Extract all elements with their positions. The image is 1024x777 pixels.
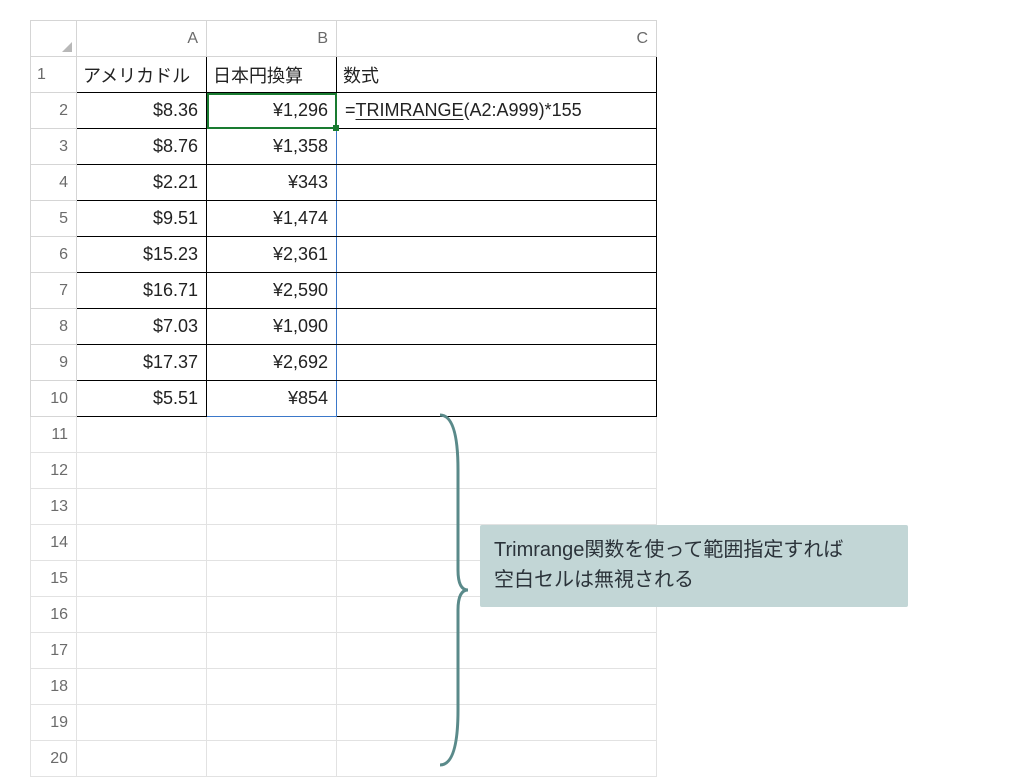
row-header-18[interactable]: 18: [31, 669, 77, 705]
cell-A1[interactable]: アメリカドル: [77, 57, 207, 93]
cell-C13[interactable]: [337, 489, 657, 525]
row-header-10[interactable]: 10: [31, 381, 77, 417]
cell-C6[interactable]: [337, 237, 657, 273]
row-header-8[interactable]: 8: [31, 309, 77, 345]
cell-A14[interactable]: [77, 525, 207, 561]
spreadsheet-grid[interactable]: A B C 1 アメリカドル 日本円換算 数式 2 $8.36 ¥1,296 =…: [30, 20, 657, 777]
cell-B14[interactable]: [207, 525, 337, 561]
cell-A3[interactable]: $8.76: [77, 129, 207, 165]
cell-B20[interactable]: [207, 741, 337, 777]
cell-A15[interactable]: [77, 561, 207, 597]
cell-B13[interactable]: [207, 489, 337, 525]
cell-B15[interactable]: [207, 561, 337, 597]
row-header-15[interactable]: 15: [31, 561, 77, 597]
cell-A8[interactable]: $7.03: [77, 309, 207, 345]
cell-C17[interactable]: [337, 633, 657, 669]
cell-C8[interactable]: [337, 309, 657, 345]
cell-A20[interactable]: [77, 741, 207, 777]
row-header-12[interactable]: 12: [31, 453, 77, 489]
cell-C3[interactable]: [337, 129, 657, 165]
cell-B5[interactable]: ¥1,474: [207, 201, 337, 237]
cell-B10[interactable]: ¥854: [207, 381, 337, 417]
cell-B4[interactable]: ¥343: [207, 165, 337, 201]
row-header-7[interactable]: 7: [31, 273, 77, 309]
select-all-cell[interactable]: [31, 21, 77, 57]
row-header-6[interactable]: 6: [31, 237, 77, 273]
cell-C9[interactable]: [337, 345, 657, 381]
cell-C2[interactable]: =TRIMRANGE(A2:A999)*155: [337, 93, 657, 129]
cell-A6[interactable]: $15.23: [77, 237, 207, 273]
cell-C12[interactable]: [337, 453, 657, 489]
cell-B17[interactable]: [207, 633, 337, 669]
cell-B8[interactable]: ¥1,090: [207, 309, 337, 345]
row-header-16[interactable]: 16: [31, 597, 77, 633]
cell-C5[interactable]: [337, 201, 657, 237]
row-header-14[interactable]: 14: [31, 525, 77, 561]
formula-function-name: TRIMRANGE: [356, 100, 464, 120]
cell-B6[interactable]: ¥2,361: [207, 237, 337, 273]
cell-B1[interactable]: 日本円換算: [207, 57, 337, 93]
cell-B11[interactable]: [207, 417, 337, 453]
row-header-13[interactable]: 13: [31, 489, 77, 525]
cell-A12[interactable]: [77, 453, 207, 489]
row-header-9[interactable]: 9: [31, 345, 77, 381]
col-header-B[interactable]: B: [207, 21, 337, 57]
cell-B9[interactable]: ¥2,692: [207, 345, 337, 381]
cell-A18[interactable]: [77, 669, 207, 705]
formula-args: (A2:A999)*155: [464, 100, 582, 120]
cell-B12[interactable]: [207, 453, 337, 489]
cell-A9[interactable]: $17.37: [77, 345, 207, 381]
row-header-11[interactable]: 11: [31, 417, 77, 453]
cell-C4[interactable]: [337, 165, 657, 201]
cell-A16[interactable]: [77, 597, 207, 633]
cell-B16[interactable]: [207, 597, 337, 633]
cell-A2[interactable]: $8.36: [77, 93, 207, 129]
cell-C11[interactable]: [337, 417, 657, 453]
cell-C7[interactable]: [337, 273, 657, 309]
cell-A4[interactable]: $2.21: [77, 165, 207, 201]
cell-A5[interactable]: $9.51: [77, 201, 207, 237]
brace-icon: [430, 410, 470, 770]
callout-line2: 空白セルは無視される: [494, 565, 894, 595]
formula-equals: =: [345, 100, 356, 120]
row-header-2[interactable]: 2: [31, 93, 77, 129]
row-header-20[interactable]: 20: [31, 741, 77, 777]
row-header-5[interactable]: 5: [31, 201, 77, 237]
cell-B19[interactable]: [207, 705, 337, 741]
cell-A11[interactable]: [77, 417, 207, 453]
cell-A7[interactable]: $16.71: [77, 273, 207, 309]
cell-C19[interactable]: [337, 705, 657, 741]
cell-A17[interactable]: [77, 633, 207, 669]
cell-C18[interactable]: [337, 669, 657, 705]
cell-C1[interactable]: 数式: [337, 57, 657, 93]
row-header-1[interactable]: 1: [31, 57, 77, 93]
cell-A13[interactable]: [77, 489, 207, 525]
cell-B2[interactable]: ¥1,296: [207, 93, 337, 129]
cell-B18[interactable]: [207, 669, 337, 705]
cell-C20[interactable]: [337, 741, 657, 777]
cell-B3[interactable]: ¥1,358: [207, 129, 337, 165]
cell-B7[interactable]: ¥2,590: [207, 273, 337, 309]
cell-C10[interactable]: [337, 381, 657, 417]
col-header-A[interactable]: A: [77, 21, 207, 57]
row-header-3[interactable]: 3: [31, 129, 77, 165]
cell-A10[interactable]: $5.51: [77, 381, 207, 417]
cell-A19[interactable]: [77, 705, 207, 741]
row-header-4[interactable]: 4: [31, 165, 77, 201]
callout-line1: Trimrange関数を使って範囲指定すれば: [494, 535, 894, 565]
callout-note: Trimrange関数を使って範囲指定すれば 空白セルは無視される: [480, 525, 908, 607]
col-header-C[interactable]: C: [337, 21, 657, 57]
row-header-17[interactable]: 17: [31, 633, 77, 669]
row-header-19[interactable]: 19: [31, 705, 77, 741]
